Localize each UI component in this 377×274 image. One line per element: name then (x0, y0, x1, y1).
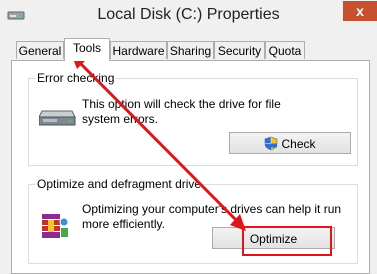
optimize-highlight-box (242, 226, 332, 256)
tab-hardware[interactable]: Hardware (110, 41, 167, 59)
title-bar: Local Disk (C:) Properties x (0, 0, 377, 33)
uac-shield-icon (265, 137, 278, 151)
tab-general[interactable]: General (16, 41, 64, 59)
tab-sharing[interactable]: Sharing (167, 41, 214, 59)
check-button[interactable]: Check (229, 132, 351, 154)
tab-security[interactable]: Security (214, 41, 265, 59)
window-title: Local Disk (C:) Properties (97, 6, 280, 23)
optimize-title: Optimize and defragment drive (35, 177, 204, 191)
error-checking-description: This option will check the drive for fil… (82, 97, 281, 126)
tab-bar: General Tools Hardware Sharing Security … (0, 38, 377, 61)
error-checking-title: Error checking (35, 71, 117, 85)
defrag-icon (42, 214, 69, 238)
tab-tools[interactable]: Tools (64, 38, 110, 61)
tab-quota[interactable]: Quota (265, 41, 305, 59)
hard-drive-icon (39, 110, 76, 126)
close-button[interactable]: x (343, 1, 377, 21)
error-checking-group: Error checking This option will check th… (28, 71, 358, 166)
